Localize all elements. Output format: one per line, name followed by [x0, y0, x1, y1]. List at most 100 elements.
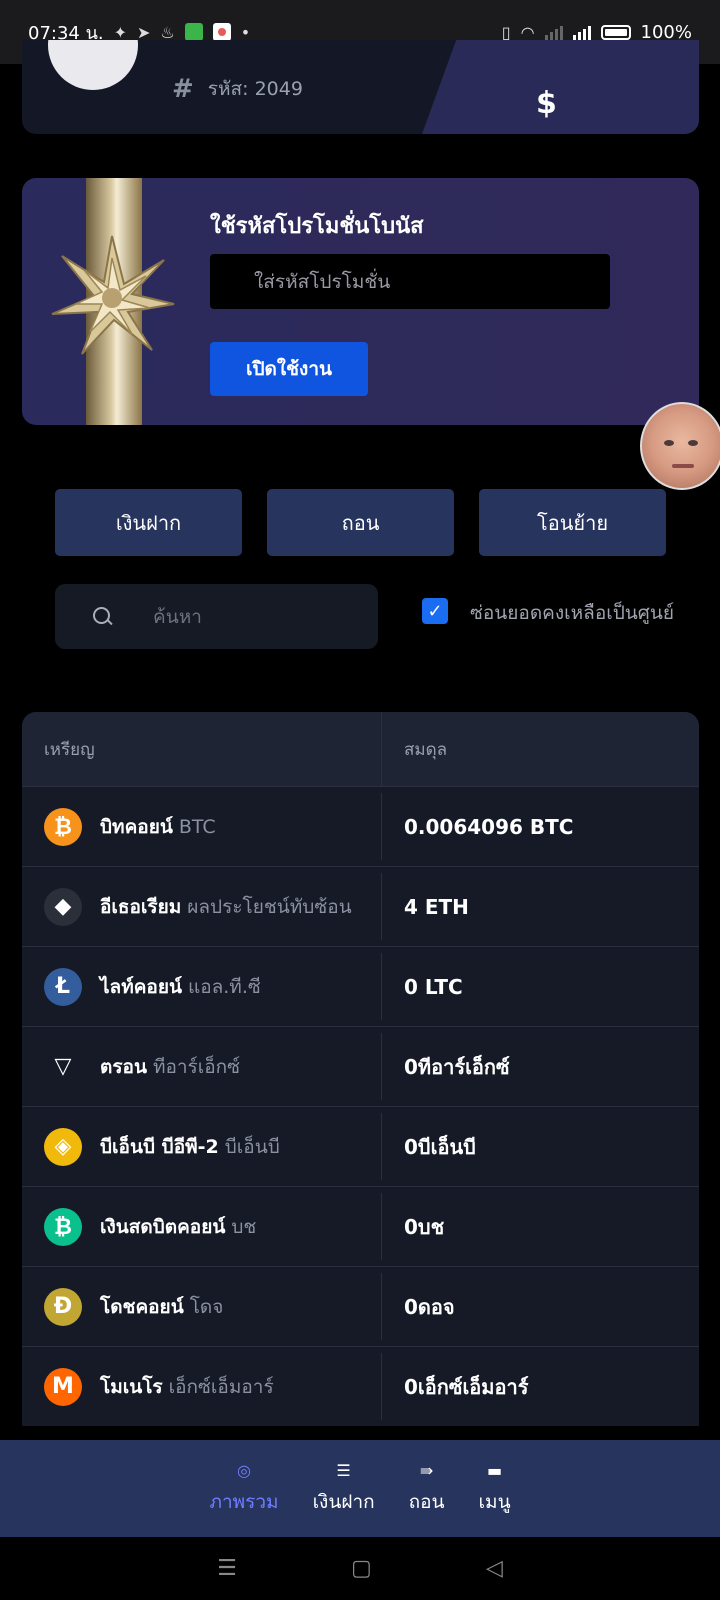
- balance-cell: 0.0064096 BTC: [404, 814, 574, 839]
- app-notification-icon: [212, 23, 231, 41]
- bitcoin-cash-icon: ₿: [44, 1207, 82, 1246]
- signal-sim1-icon: [544, 24, 563, 40]
- coin-name: โมเนโร เอ็กซ์เอ็มอาร์: [100, 1372, 274, 1402]
- user-code-label: รหัส: 2049: [207, 78, 303, 100]
- coin-ticker: ทีอาร์เอ็กซ์: [152, 1055, 241, 1078]
- recents-icon[interactable]: ☰: [217, 1556, 237, 1581]
- coin-cell: M โมเนโร เอ็กซ์เอ็มอาร์: [22, 1353, 382, 1420]
- table-row[interactable]: ▽ ตรอน ทีอาร์เอ็กซ์ 0ทีอาร์เอ็กซ์: [22, 1026, 699, 1106]
- search-icon: [93, 606, 113, 627]
- table-row[interactable]: ₿ เงินสดบิตคอยน์ บช 0บช: [22, 1186, 699, 1266]
- transfer-button[interactable]: โอนย้าย: [479, 489, 666, 556]
- telegram-icon: ➤: [137, 22, 151, 42]
- coin-name-main: ตรอน: [100, 1055, 147, 1078]
- back-icon[interactable]: ◁: [486, 1556, 503, 1581]
- coin-cell: ₿ บิทคอยน์ BTC: [22, 793, 382, 860]
- deposit-button[interactable]: เงินฝาก: [55, 489, 242, 556]
- coin-cell: ◆ อีเธอเรียม ผลประโยชน์ทับซ้อน: [22, 873, 382, 940]
- profile-card: # รหัส: 2049 $: [22, 40, 699, 134]
- balance-cell: 0ทีอาร์เอ็กซ์: [404, 1054, 510, 1079]
- ethereum-icon: ◆: [44, 887, 82, 926]
- coin-ticker: BTC: [178, 815, 216, 838]
- coin-cell: ◈ บีเอ็นบี บีอีพี-2 บีเอ็นบี: [22, 1113, 382, 1180]
- coin-name-main: เงินสดบิตคอยน์: [100, 1215, 226, 1238]
- balance-cell: 0ดอจ: [404, 1294, 455, 1319]
- coin-name-main: อีเธอเรียม: [100, 895, 182, 918]
- target-icon: ◎: [237, 1460, 251, 1480]
- nav-menu[interactable]: ▬ เมนู: [479, 1461, 511, 1517]
- table-row[interactable]: ◈ บีเอ็นบี บีอีพี-2 บีเอ็นบี 0บีเอ็นบี: [22, 1106, 699, 1186]
- wifi-icon: ◠: [520, 22, 535, 42]
- table-row[interactable]: ₿ บิทคอยน์ BTC 0.0064096 BTC: [22, 786, 699, 866]
- coin-cell: ₿ เงินสดบิตคอยน์ บช: [22, 1193, 382, 1260]
- table-row[interactable]: M โมเนโร เอ็กซ์เอ็มอาร์ 0เอ็กซ์เอ็มอาร์: [22, 1346, 699, 1426]
- bottom-nav: ◎ ภาพรวม ☰ เงินฝาก ⇛ ถอน ▬ เมนู: [0, 1440, 720, 1537]
- coin-name: เงินสดบิตคอยน์ บช: [100, 1212, 256, 1242]
- balance-cell: 0บช: [404, 1214, 445, 1239]
- coin-ticker: โดจ: [189, 1295, 224, 1318]
- coin-ticker: เอ็กซ์เอ็มอาร์: [168, 1375, 274, 1398]
- coin-name: อีเธอเรียม ผลประโยชน์ทับซ้อน: [100, 892, 352, 922]
- checkmark-icon: ✓: [427, 600, 443, 622]
- monero-icon: M: [44, 1367, 82, 1406]
- nav-withdraw-label: ถอน: [408, 1490, 445, 1513]
- coin-ticker: ผลประโยชน์ทับซ้อน: [187, 895, 352, 918]
- coin-cell: Ð โดชคอยน์ โดจ: [22, 1273, 382, 1340]
- header-coin: เหรียญ: [22, 712, 382, 786]
- nav-deposit-label: เงินฝาก: [312, 1490, 375, 1513]
- signal-sim2-icon: [572, 24, 591, 40]
- litecoin-icon: Ł: [44, 967, 82, 1006]
- system-navigation: ☰ ▢ ◁: [0, 1537, 720, 1600]
- coins-icon: ☰: [336, 1460, 351, 1480]
- withdraw-button[interactable]: ถอน: [267, 489, 454, 556]
- coin-name-main: ไลท์คอยน์: [100, 975, 182, 998]
- coin-name: บีเอ็นบี บีอีพี-2 บีเอ็นบี: [100, 1132, 280, 1162]
- coin-table: เหรียญ สมดุล ₿ บิทคอยน์ BTC 0.0064096 BTC ◆ อ…: [22, 712, 699, 1426]
- coin-name: ตรอน ทีอาร์เอ็กซ์: [100, 1052, 240, 1082]
- coin-ticker: แอล.ที.ซี: [187, 975, 261, 998]
- currency-symbol: $: [536, 86, 557, 121]
- nav-withdraw[interactable]: ⇛ ถอน: [409, 1461, 445, 1517]
- chat-icon: ▬: [486, 1460, 503, 1480]
- nav-overview[interactable]: ◎ ภาพรวม: [209, 1461, 278, 1517]
- coin-name: บิทคอยน์ BTC: [100, 812, 216, 842]
- hide-zero-label: ซ่อนยอดคงเหลือเป็นศูนย์: [470, 602, 674, 624]
- coin-name: ไลท์คอยน์ แอล.ที.ซี: [100, 972, 261, 1002]
- coin-cell: ▽ ตรอน ทีอาร์เอ็กซ์: [22, 1033, 382, 1100]
- coin-cell: Ł ไลท์คอยน์ แอล.ที.ซี: [22, 953, 382, 1020]
- floating-chat-head[interactable]: [640, 402, 720, 490]
- header-balance: สมดุล: [404, 739, 448, 760]
- bnb-icon: ◈: [44, 1127, 82, 1166]
- arrow-right-icon: ⇛: [419, 1460, 434, 1480]
- promo-title: ใช้รหัสโปรโมชั่นโบนัส: [210, 214, 424, 239]
- bitcoin-icon: ₿: [44, 807, 82, 846]
- fire-icon: ♨: [160, 22, 175, 42]
- table-row[interactable]: ◆ อีเธอเรียม ผลประโยชน์ทับซ้อน 4 ETH: [22, 866, 699, 946]
- game-controller-icon: ✦: [113, 22, 128, 42]
- table-row[interactable]: Ð โดชคอยน์ โดจ 0ดอจ: [22, 1266, 699, 1346]
- activate-button[interactable]: เปิดใช้งาน: [210, 342, 368, 396]
- battery-icon: [600, 24, 631, 40]
- nav-deposit[interactable]: ☰ เงินฝาก: [313, 1461, 375, 1517]
- balance-cell: 0 LTC: [404, 974, 463, 999]
- dogecoin-icon: Ð: [44, 1287, 82, 1326]
- nav-overview-label: ภาพรวม: [209, 1490, 279, 1513]
- search-input[interactable]: ค้นหา: [55, 584, 378, 649]
- coin-name-main: โดชคอยน์: [100, 1295, 184, 1318]
- home-icon[interactable]: ▢: [351, 1556, 372, 1581]
- coin-ticker: บช: [231, 1215, 257, 1238]
- balance-cell: 0เอ็กซ์เอ็มอาร์: [404, 1374, 529, 1399]
- vibrate-icon: ▯: [501, 22, 511, 42]
- balance-cell: 4 ETH: [404, 894, 469, 919]
- balance-cell: 0บีเอ็นบี: [404, 1134, 476, 1159]
- coin-name-main: บีเอ็นบี บีอีพี-2: [100, 1135, 219, 1158]
- balance-panel: [422, 40, 699, 134]
- nav-menu-label: เมนู: [478, 1490, 511, 1513]
- avatar[interactable]: [48, 40, 138, 90]
- promo-code-input[interactable]: ใส่รหัสโปรโมชั่น: [210, 254, 610, 309]
- hide-zero-checkbox[interactable]: ✓: [422, 598, 448, 624]
- table-row[interactable]: Ł ไลท์คอยน์ แอล.ที.ซี 0 LTC: [22, 946, 699, 1026]
- hash-icon: #: [172, 74, 194, 104]
- gift-bow-icon: [51, 235, 175, 355]
- user-code: # รหัส: 2049: [172, 74, 303, 104]
